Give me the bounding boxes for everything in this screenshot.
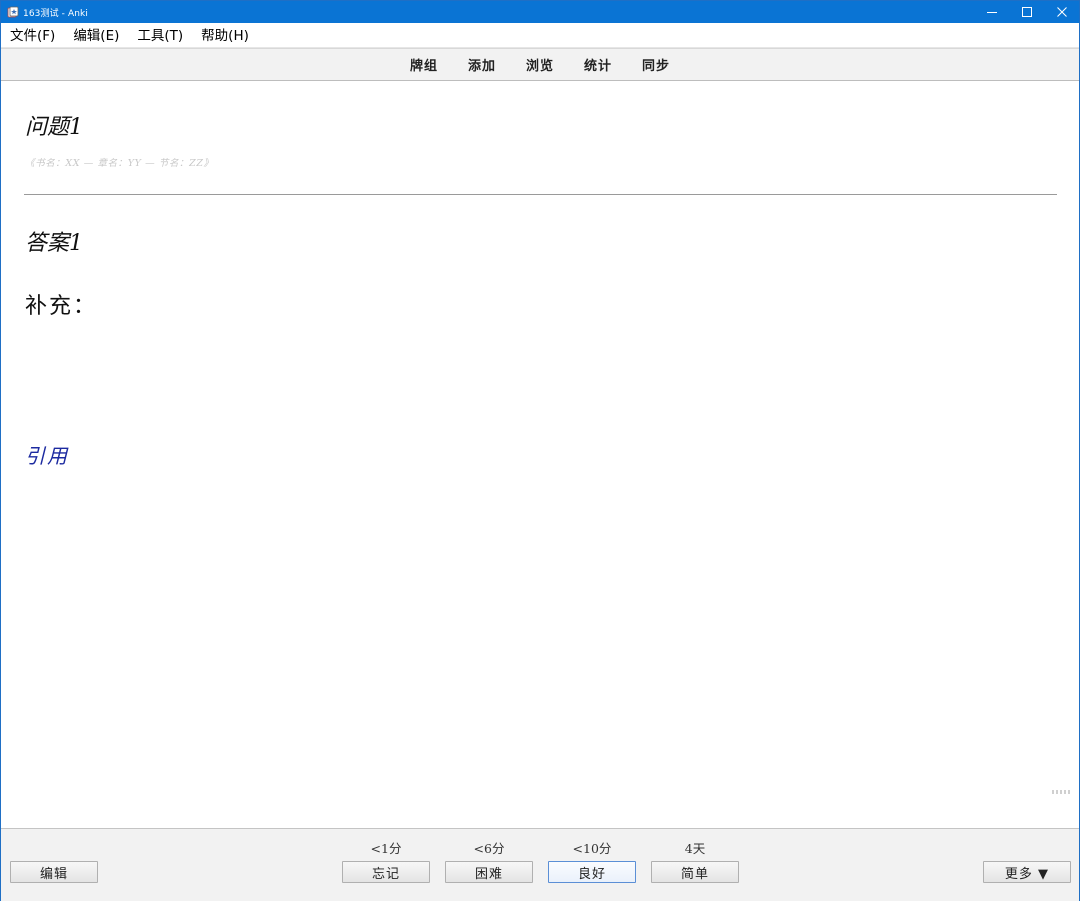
minimize-button[interactable] bbox=[974, 1, 1009, 23]
anki-window: 163测试 - Anki 文件(F) 编辑(E) 工具(T) 帮助(H) 牌组 … bbox=[0, 0, 1080, 901]
edit-button[interactable]: 编辑 bbox=[10, 861, 98, 883]
card-source: 《书名：XX — 章名：YY — 节名：ZZ》 bbox=[25, 158, 214, 169]
window-controls bbox=[974, 1, 1079, 23]
title-bar: 163测试 - Anki bbox=[1, 1, 1079, 23]
top-toolbar: 牌组 添加 浏览 统计 同步 bbox=[1, 48, 1079, 81]
more-button[interactable]: 更多 ▼ bbox=[983, 861, 1071, 883]
interval-easy: 4天 bbox=[684, 841, 706, 856]
card-reference: 引用 bbox=[25, 444, 69, 468]
minimize-icon bbox=[986, 12, 997, 13]
card-question: 问题1 bbox=[25, 115, 83, 140]
toolbar-decks-link[interactable]: 牌组 bbox=[410, 55, 438, 74]
toolbar-add-link[interactable]: 添加 bbox=[468, 55, 496, 74]
menu-edit[interactable]: 编辑(E) bbox=[64, 23, 128, 47]
good-button[interactable]: 良好 bbox=[548, 861, 636, 883]
interval-good: <10分 bbox=[572, 841, 612, 856]
close-icon bbox=[1056, 7, 1067, 17]
resize-grip-icon[interactable] bbox=[1052, 790, 1070, 794]
maximize-icon bbox=[1021, 7, 1032, 17]
toolbar-browse-link[interactable]: 浏览 bbox=[526, 55, 554, 74]
maximize-button[interactable] bbox=[1009, 1, 1044, 23]
anki-app-icon bbox=[7, 6, 19, 18]
easy-button[interactable]: 简单 bbox=[651, 861, 739, 883]
menu-bar: 文件(F) 编辑(E) 工具(T) 帮助(H) bbox=[1, 23, 1079, 48]
answer-divider bbox=[24, 194, 1057, 195]
again-button[interactable]: 忘记 bbox=[342, 861, 430, 883]
answer-bar: 编辑 <1分 <6分 <10分 4天 忘记 困难 良好 简单 更多 ▼ bbox=[1, 828, 1079, 901]
interval-again: <1分 bbox=[370, 841, 402, 856]
hard-button[interactable]: 困难 bbox=[445, 861, 533, 883]
close-button[interactable] bbox=[1044, 1, 1079, 23]
window-title: 163测试 - Anki bbox=[23, 8, 88, 19]
card-supplement: 补充： bbox=[25, 294, 98, 319]
card-view: 问题1 《书名：XX — 章名：YY — 节名：ZZ》 答案1 补充： 引用 bbox=[1, 81, 1079, 828]
toolbar-sync-link[interactable]: 同步 bbox=[642, 55, 670, 74]
menu-file[interactable]: 文件(F) bbox=[1, 23, 64, 47]
card-answer: 答案1 bbox=[25, 231, 83, 256]
menu-tools[interactable]: 工具(T) bbox=[128, 23, 192, 47]
menu-help[interactable]: 帮助(H) bbox=[192, 23, 258, 47]
interval-hard: <6分 bbox=[473, 841, 505, 856]
toolbar-stats-link[interactable]: 统计 bbox=[584, 55, 612, 74]
